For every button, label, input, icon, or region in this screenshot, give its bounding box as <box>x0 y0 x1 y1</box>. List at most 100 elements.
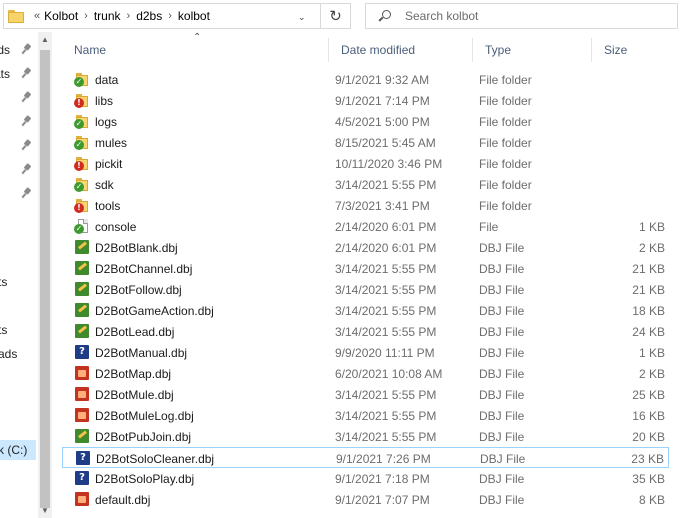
scrollbar-thumb[interactable] <box>40 50 50 508</box>
file-date-modified: 9/9/2020 11:11 PM <box>335 346 435 360</box>
nav-item[interactable]: ts <box>0 320 38 340</box>
dbj-file-icon <box>74 366 90 381</box>
file-row[interactable]: ✓ mules 8/15/2021 5:45 AM File folder <box>62 132 669 153</box>
nav-item-label: ads <box>0 347 18 361</box>
file-date-modified: 6/20/2021 10:08 AM <box>335 367 443 381</box>
breadcrumb-item[interactable]: d2bs <box>136 9 162 23</box>
refresh-button[interactable]: ↻ <box>321 3 351 29</box>
file-icon: ✓ <box>74 219 90 234</box>
search-box[interactable]: Search kolbot <box>365 3 678 29</box>
pin-icon <box>22 116 32 126</box>
file-row[interactable]: ! tools 7/3/2021 3:41 PM File folder <box>62 195 669 216</box>
file-date-modified: 3/14/2021 5:55 PM <box>335 262 437 276</box>
file-type: File folder <box>479 94 532 108</box>
dbj-file-icon <box>74 492 90 507</box>
file-type: DBJ File <box>479 493 525 507</box>
file-row[interactable]: ✓ logs 4/5/2021 5:00 PM File folder <box>62 111 669 132</box>
file-date-modified: 2/14/2020 6:01 PM <box>335 220 437 234</box>
file-row[interactable]: ! pickit 10/11/2020 3:46 PM File folder <box>62 153 669 174</box>
breadcrumb-item[interactable]: trunk <box>94 9 121 23</box>
nav-item[interactable]: ts <box>0 272 38 292</box>
file-row[interactable]: D2BotLead.dbj 3/14/2021 5:55 PM DBJ File 24… <box>62 321 669 342</box>
nav-item-label: k (C:) <box>0 443 28 457</box>
nav-item[interactable] <box>0 184 38 204</box>
folder-icon: ! <box>74 198 90 213</box>
file-size: 35 KB <box>632 472 665 486</box>
file-date-modified: 4/5/2021 5:00 PM <box>335 115 430 129</box>
nav-item[interactable]: ds <box>0 40 38 60</box>
file-name: pickit <box>95 157 123 171</box>
nav-scrollbar[interactable]: ▲ ▼ <box>38 32 52 518</box>
address-bar[interactable]: « Kolbot › trunk › d2bs › kolbot ⌄ <box>3 3 321 29</box>
nav-item-local-disk[interactable]: k (C:) <box>0 440 36 460</box>
file-name: D2BotMuleLog.dbj <box>95 409 194 423</box>
file-type: DBJ File <box>479 325 525 339</box>
folder-icon: ✓ <box>74 135 90 150</box>
file-row[interactable]: ✓ console 2/14/2020 6:01 PM File 1 KB <box>62 216 669 237</box>
folder-icon: ! <box>74 93 90 108</box>
file-name: D2BotMule.dbj <box>95 388 174 402</box>
file-type: File <box>479 220 499 234</box>
pin-icon <box>22 44 32 54</box>
file-date-modified: 9/1/2021 7:18 PM <box>335 472 430 486</box>
column-header-type[interactable]: Type <box>472 38 591 62</box>
nav-item[interactable] <box>0 112 38 132</box>
file-row[interactable]: ? D2BotSoloPlay.dbj 9/1/2021 7:18 PM DBJ Fi… <box>62 468 669 489</box>
column-header-name[interactable]: Name <box>62 38 328 62</box>
file-size: 2 KB <box>638 241 665 255</box>
file-row[interactable]: D2BotMap.dbj 6/20/2021 10:08 AM DBJ File 2 … <box>62 363 669 384</box>
file-row[interactable]: default.dbj 9/1/2021 7:07 PM DBJ File 8 KB <box>62 489 669 510</box>
dbj-file-icon <box>74 408 90 423</box>
file-date-modified: 3/14/2021 5:55 PM <box>335 304 437 318</box>
nav-item[interactable] <box>0 136 38 156</box>
chevron-right-icon[interactable]: › <box>84 10 88 22</box>
file-date-modified: 3/14/2021 5:55 PM <box>335 283 437 297</box>
file-row[interactable]: ? D2BotManual.dbj 9/9/2020 11:11 PM DBJ Fil… <box>62 342 669 363</box>
nav-item[interactable]: ads <box>0 344 38 364</box>
nav-item[interactable] <box>0 160 38 180</box>
nav-item[interactable]: ats <box>0 64 38 84</box>
file-row[interactable]: D2BotBlank.dbj 2/14/2020 6:01 PM DBJ File 2… <box>62 237 669 258</box>
breadcrumb-item[interactable]: Kolbot <box>44 9 78 23</box>
file-name: D2BotChannel.dbj <box>95 262 193 276</box>
column-header-date[interactable]: Date modified <box>328 38 472 62</box>
file-date-modified: 3/14/2021 5:55 PM <box>335 430 437 444</box>
file-row[interactable]: D2BotMuleLog.dbj 3/14/2021 5:55 PM DBJ Fil… <box>62 405 669 426</box>
breadcrumb-overflow[interactable]: « <box>34 10 40 22</box>
file-date-modified: 3/14/2021 5:55 PM <box>335 388 437 402</box>
chevron-right-icon[interactable]: › <box>127 10 131 22</box>
file-row[interactable]: D2BotMule.dbj 3/14/2021 5:55 PM DBJ File 25… <box>62 384 669 405</box>
file-row[interactable]: ! libs 9/1/2021 7:14 PM File folder <box>62 90 669 111</box>
dbj-file-icon <box>74 282 90 297</box>
scroll-up-icon[interactable]: ▲ <box>41 35 49 44</box>
file-type: DBJ File <box>479 409 525 423</box>
file-row[interactable]: D2BotGameAction.dbj 3/14/2021 5:55 PM DBJ … <box>62 300 669 321</box>
file-row[interactable]: ✓ sdk 3/14/2021 5:55 PM File folder <box>62 174 669 195</box>
dbj-file-icon <box>74 387 90 402</box>
file-row[interactable]: ? D2BotSoloCleaner.dbj 9/1/2021 7:26 PM DBJ… <box>62 447 669 468</box>
file-type: File folder <box>479 136 532 150</box>
file-row[interactable]: D2BotPubJoin.dbj 3/14/2021 5:55 PM DBJ Fil… <box>62 426 669 447</box>
file-type: DBJ File <box>479 472 525 486</box>
chevron-down-icon[interactable]: ⌄ <box>298 12 306 23</box>
file-name: libs <box>95 94 114 108</box>
file-type: DBJ File <box>479 346 525 360</box>
dbj-file-icon <box>74 240 90 255</box>
scroll-down-icon[interactable]: ▼ <box>41 506 49 515</box>
dbj-file-icon: ? <box>75 451 91 466</box>
file-row[interactable]: D2BotFollow.dbj 3/14/2021 5:55 PM DBJ File… <box>62 279 669 300</box>
file-size: 23 KB <box>631 452 664 466</box>
file-row[interactable]: D2BotChannel.dbj 3/14/2021 5:55 PM DBJ Fil… <box>62 258 669 279</box>
file-name: D2BotLead.dbj <box>95 325 175 339</box>
search-input[interactable]: Search kolbot <box>405 9 478 23</box>
column-header-size[interactable]: Size <box>591 38 671 62</box>
pin-icon <box>22 68 32 78</box>
folder-icon: ✓ <box>74 177 90 192</box>
breadcrumb-item[interactable]: kolbot <box>178 9 210 23</box>
nav-item[interactable] <box>0 88 38 108</box>
file-date-modified: 8/15/2021 5:45 AM <box>335 136 436 150</box>
nav-item-label: ats <box>0 67 10 81</box>
file-row[interactable]: ✓ data 9/1/2021 9:32 AM File folder <box>62 69 669 90</box>
chevron-right-icon[interactable]: › <box>168 10 172 22</box>
file-date-modified: 3/14/2021 5:55 PM <box>335 178 437 192</box>
